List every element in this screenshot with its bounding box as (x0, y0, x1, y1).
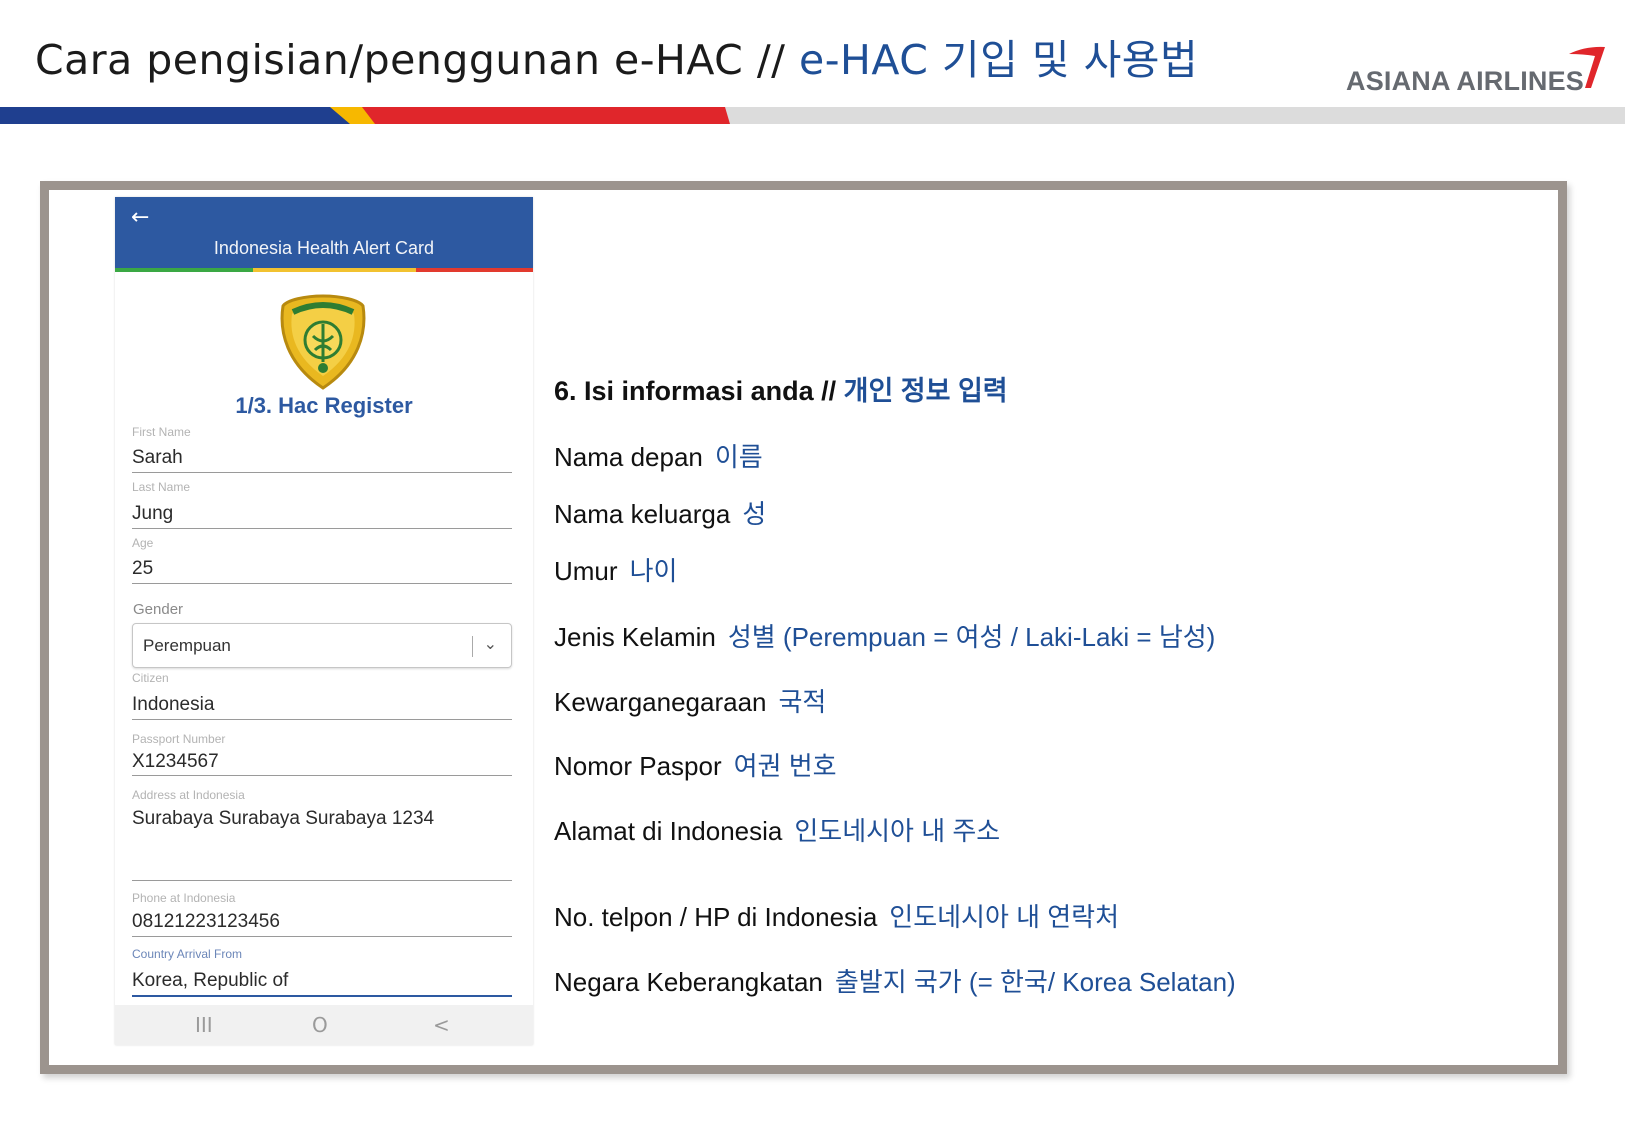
row-indonesian: Nama depan (554, 442, 703, 472)
phone-field[interactable]: 08121223123456 (132, 911, 280, 933)
last-name-label: Last Name (132, 480, 191, 494)
row-korean: 인도네시아 내 주소 (794, 816, 1001, 846)
first-name-label: First Name (132, 425, 191, 439)
row-indonesian: Nomor Paspor (554, 751, 722, 781)
instruction-row-first-name: Nama depan 이름 (554, 437, 763, 474)
app-title: Indonesia Health Alert Card (213, 238, 435, 258)
field-underline-active (132, 995, 512, 997)
field-underline (132, 775, 512, 776)
field-underline (132, 936, 512, 937)
page-title: Cara pengisian/penggunan e-HAC // e-HAC … (35, 26, 1198, 86)
country-arrival-label: Country Arrival From (132, 947, 243, 961)
age-field[interactable]: 25 (132, 558, 153, 580)
register-step-title: 1/3. Hac Register (235, 393, 413, 418)
row-korean: 성별 (Perempuan = 여성 / Laki-Laki = 남성) (727, 622, 1216, 652)
row-indonesian: Kewarganegaraan (554, 687, 767, 717)
field-underline (132, 719, 512, 720)
field-underline (132, 880, 512, 881)
instruction-heading-indonesian: 6. Isi informasi anda // (554, 376, 837, 406)
gender-select[interactable]: Perempuan ⌄ (132, 623, 512, 668)
row-korean: 인도네시아 내 연락처 (889, 902, 1120, 932)
last-name-field[interactable]: Jung (132, 503, 173, 525)
row-korean: 출발지 국가 (= 한국/ Korea Selatan) (834, 967, 1236, 997)
row-indonesian: Alamat di Indonesia (554, 816, 783, 846)
first-name-field[interactable]: Sarah (132, 447, 183, 469)
back-icon[interactable]: < (433, 1013, 450, 1037)
phone-screen: ← Indonesia Health Alert Card 1/3. Hac R… (115, 197, 533, 1045)
passport-number-label: Passport Number (132, 732, 226, 746)
page-title-indonesian: Cara pengisian/penggunan e-HAC // (35, 36, 786, 84)
row-korean: 여권 번호 (733, 751, 837, 781)
row-indonesian: Umur (554, 556, 618, 586)
address-label: Address at Indonesia (132, 788, 245, 802)
instruction-row-citizen: Kewarganegaraan 국적 (554, 682, 826, 719)
gender-label: Gender (133, 601, 184, 618)
phone-label: Phone at Indonesia (132, 891, 236, 905)
header-color-stripe (0, 107, 1625, 124)
country-arrival-field[interactable]: Korea, Republic of (132, 970, 288, 992)
row-korean: 국적 (778, 687, 827, 717)
age-label: Age (132, 536, 154, 550)
field-underline (132, 583, 512, 584)
field-underline (132, 528, 512, 529)
instruction-row-departure-country: Negara Keberangkatan 출발지 국가 (= 한국/ Korea … (554, 962, 1236, 999)
field-underline (132, 472, 512, 473)
passport-number-field[interactable]: X1234567 (132, 751, 219, 773)
select-divider (472, 636, 473, 657)
android-nav-bar: III O < (115, 1005, 533, 1045)
instruction-row-age: Umur 나이 (554, 551, 677, 588)
instruction-row-passport: Nomor Paspor 여권 번호 (554, 746, 837, 783)
row-indonesian: Jenis Kelamin (554, 622, 716, 652)
row-korean: 이름 (714, 442, 763, 472)
health-quarantine-emblem-icon (280, 294, 366, 390)
asiana-airlines-logo: ASIANA AIRLINES (1346, 46, 1611, 107)
instruction-row-address: Alamat di Indonesia 인도네시아 내 주소 (554, 811, 1000, 848)
app-color-bar (115, 268, 533, 272)
chevron-down-icon[interactable]: ⌄ (484, 634, 497, 653)
back-arrow-icon[interactable]: ← (131, 205, 149, 230)
address-field[interactable]: Surabaya Surabaya Surabaya 1234 (132, 808, 434, 830)
citizen-field[interactable]: Indonesia (132, 694, 214, 716)
row-indonesian: Nama keluarga (554, 499, 731, 529)
home-icon[interactable]: O (312, 1013, 328, 1037)
recents-icon[interactable]: III (195, 1013, 213, 1037)
instruction-row-last-name: Nama keluarga 성 (554, 494, 766, 531)
instruction-heading: 6. Isi informasi anda // 개인 정보 입력 (554, 369, 1008, 408)
row-korean: 나이 (629, 556, 678, 586)
instruction-row-gender: Jenis Kelamin 성별 (Perempuan = 여성 / Laki-L… (554, 617, 1215, 654)
gender-selected-value: Perempuan (143, 636, 231, 655)
logo-text: ASIANA AIRLINES (1346, 66, 1585, 96)
row-indonesian: Negara Keberangkatan (554, 967, 823, 997)
page-title-korean: e-HAC 기입 및 사용법 (799, 36, 1199, 84)
row-indonesian: No. telpon / HP di Indonesia (554, 902, 878, 932)
row-korean: 성 (742, 499, 767, 529)
app-bar: ← Indonesia Health Alert Card (115, 197, 533, 268)
asiana-wing-icon (1569, 46, 1605, 88)
instruction-heading-korean: 개인 정보 입력 (843, 376, 1008, 406)
citizen-label: Citizen (132, 671, 169, 685)
instruction-row-phone: No. telpon / HP di Indonesia 인도네시아 내 연락처 (554, 897, 1119, 934)
